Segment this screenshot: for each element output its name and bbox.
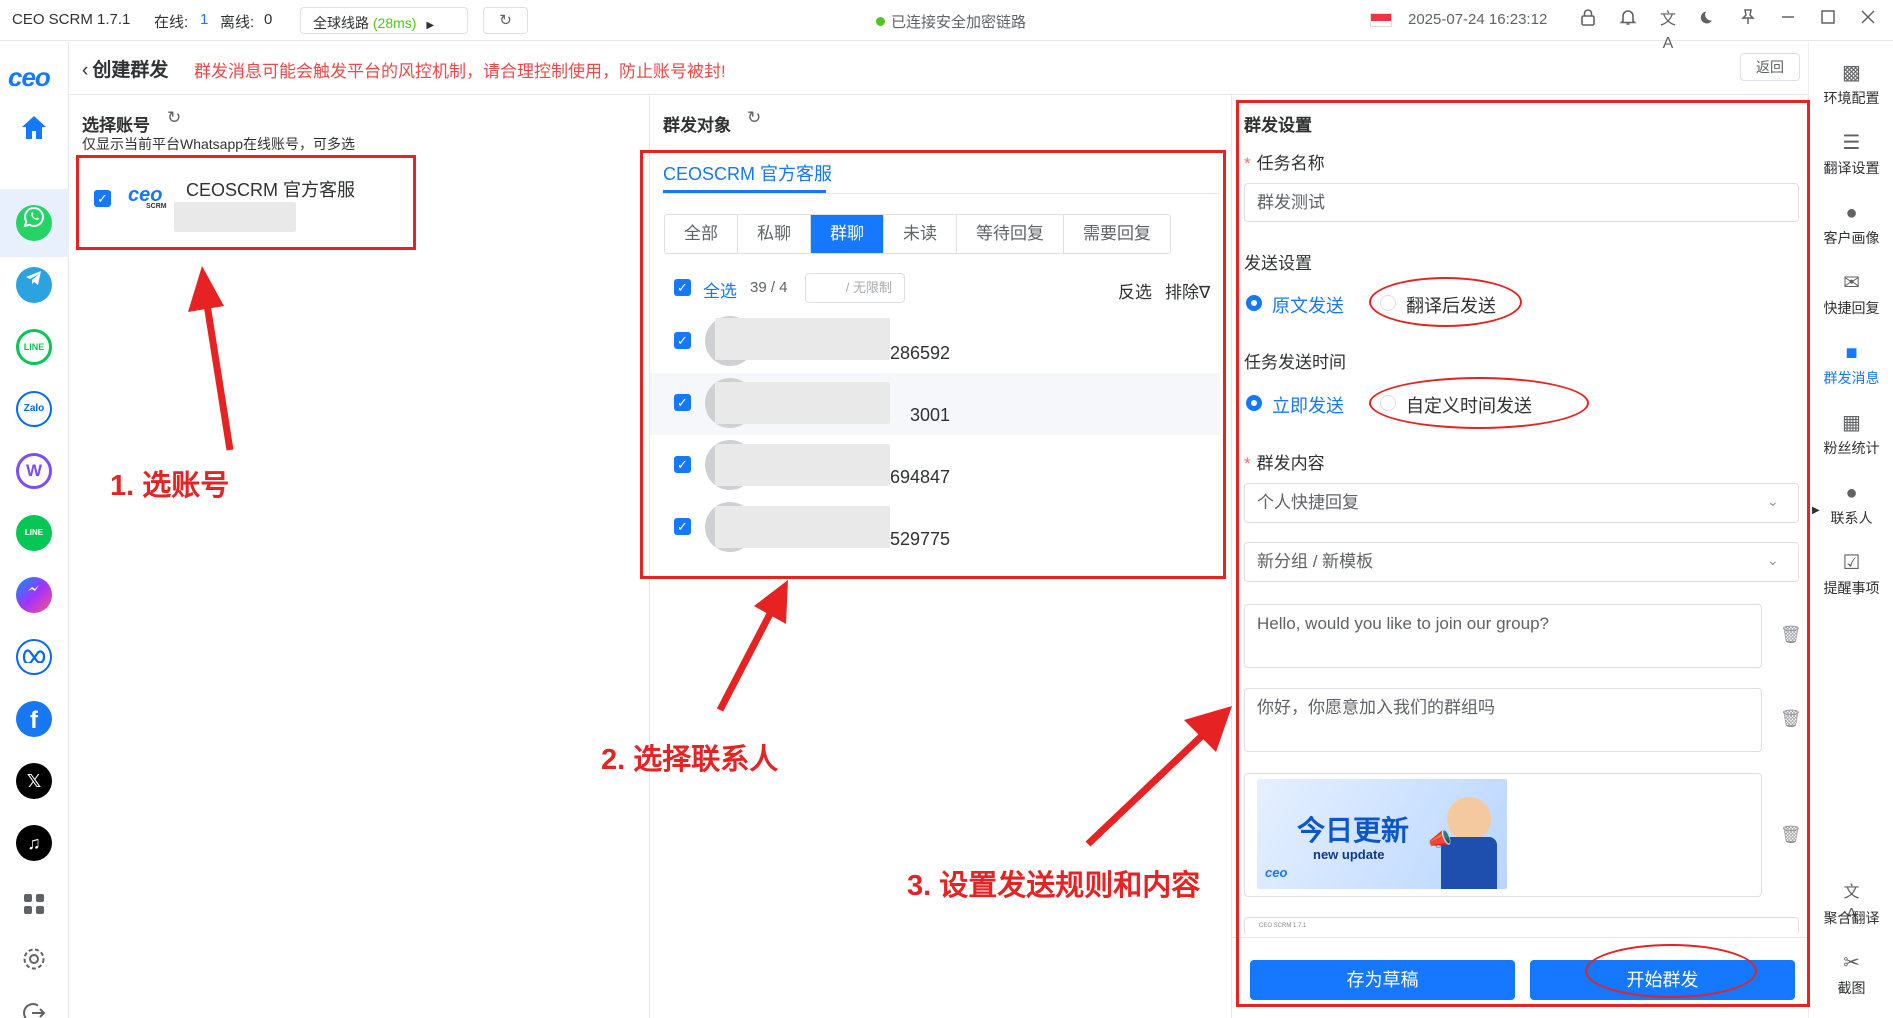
- bell-icon[interactable]: [1616, 8, 1640, 32]
- route-latency: (28ms): [372, 15, 417, 31]
- online-label: 在线:: [154, 14, 189, 31]
- accounts-title: 选择账号: [82, 116, 150, 135]
- caret-right-icon: ▶: [426, 20, 435, 31]
- zalo-icon[interactable]: Zalo: [16, 391, 52, 427]
- annotation-arrow-2: [716, 580, 788, 712]
- back-button[interactable]: ‹ 创建群发: [82, 55, 168, 82]
- logout-icon[interactable]: [16, 1000, 52, 1018]
- home-icon[interactable]: [16, 112, 52, 148]
- translate-settings-icon: ☰: [1842, 132, 1861, 154]
- offline-count: 0: [264, 11, 273, 28]
- annotation-step-1: 1. 选账号: [110, 470, 230, 502]
- annotation-box-accounts: [76, 155, 416, 250]
- screenshot-button[interactable]: ✂ 截图: [1809, 952, 1893, 998]
- annotation-step-2: 2. 选择联系人: [601, 744, 779, 776]
- screenshot-icon: ✂: [1843, 952, 1860, 974]
- chevron-left-icon: ‹: [82, 60, 89, 81]
- environment-label: 环境配置: [1823, 90, 1880, 106]
- refresh-button[interactable]: ↻: [483, 7, 528, 34]
- line-icon-text: LINE: [23, 342, 45, 352]
- line-alt-icon[interactable]: LINE: [16, 515, 52, 551]
- ceo-logo: ceo: [8, 62, 51, 92]
- customer-profile-icon: ●: [1845, 202, 1858, 224]
- maximize-icon[interactable]: [1816, 8, 1840, 32]
- translate-icon[interactable]: 文A: [1656, 8, 1680, 52]
- zalo-icon-text: Zalo: [23, 403, 45, 414]
- contacts-icon: ●: [1845, 482, 1858, 504]
- reminder-icon: ☑: [1842, 552, 1861, 574]
- page-title: 创建群发: [92, 60, 169, 81]
- environment-button[interactable]: ▩ 环境配置: [1809, 62, 1893, 108]
- annotation-box-settings: [1236, 100, 1810, 1007]
- broadcast-icon: ■: [1845, 342, 1858, 364]
- line-alt-icon-text: LINE: [24, 528, 44, 537]
- refresh-icon: ↻: [499, 12, 512, 29]
- tools-sidebar: ▩ 环境配置 ☰ 翻译设置 ● 客户画像 ✉ 快捷回复 ■ 群发消息 ▦ 粉丝统计 ● 联系人…: [1808, 42, 1893, 1018]
- w-app-icon[interactable]: W: [16, 453, 52, 489]
- facebook-icon[interactable]: f: [16, 701, 52, 737]
- fans-stats-icon: ▦: [1842, 412, 1861, 434]
- contacts-label: 联系人: [1830, 510, 1873, 526]
- reminder-button[interactable]: ☑ 提醒事项: [1809, 552, 1893, 598]
- settings-icon[interactable]: [16, 946, 52, 982]
- connection-status-text: 已连接安全加密链路: [891, 14, 1027, 31]
- tiktok-icon[interactable]: ♫: [16, 825, 52, 861]
- broadcast-label: 群发消息: [1823, 370, 1880, 386]
- environment-icon: ▩: [1842, 62, 1861, 84]
- annotation-step-3: 3. 设置发送规则和内容: [907, 870, 1201, 902]
- lock-icon[interactable]: [1576, 8, 1600, 32]
- accounts-hint: 仅显示当前平台Whatsapp在线账号，可多选: [82, 136, 356, 152]
- minimize-icon[interactable]: [1776, 8, 1800, 32]
- aggregate-translate-button[interactable]: 文A 聚合翻译: [1809, 882, 1893, 928]
- x-icon[interactable]: 𝕏: [16, 763, 52, 799]
- route-label: 全球线路: [313, 15, 369, 31]
- aggregate-translate-icon: 文A: [1843, 884, 1860, 923]
- screenshot-label: 截图: [1837, 980, 1866, 996]
- annotation-arrow-3: [1085, 706, 1232, 847]
- pin-icon[interactable]: [1736, 8, 1760, 32]
- online-count: 1: [200, 11, 209, 28]
- messenger-icon[interactable]: [16, 577, 52, 613]
- quick-reply-icon: ✉: [1843, 272, 1860, 294]
- platform-sidebar: ceo LINE Zalo W LINE f 𝕏 ♫: [0, 42, 69, 1018]
- status-dot-icon: [876, 17, 885, 26]
- app-name: CEO SCRM 1.7.1: [12, 11, 131, 28]
- targets-refresh-icon[interactable]: ↻: [747, 108, 761, 128]
- return-button[interactable]: 返回: [1740, 53, 1800, 81]
- risk-warning: 群发消息可能会触发平台的风控机制，请合理控制使用，防止账号被封!: [194, 62, 726, 81]
- connection-status: 已连接安全加密链路: [876, 11, 1026, 32]
- telegram-icon[interactable]: [16, 267, 52, 303]
- close-icon[interactable]: [1856, 8, 1880, 32]
- aggregate-translate-label: 聚合翻译: [1823, 910, 1880, 926]
- reminder-label: 提醒事项: [1823, 580, 1880, 596]
- fans-stats-button[interactable]: ▦ 粉丝统计: [1809, 412, 1893, 458]
- offline-label: 离线:: [220, 14, 255, 31]
- meta-icon[interactable]: [16, 639, 52, 675]
- moon-icon[interactable]: [1696, 8, 1720, 32]
- translate-settings-label: 翻译设置: [1823, 160, 1880, 176]
- header-divider: [69, 94, 1808, 95]
- quick-reply-label: 快捷回复: [1823, 300, 1880, 316]
- annotation-box-targets: [640, 150, 1226, 579]
- title-bar: CEO SCRM 1.7.1 在线: 1 离线: 0 全球线路 (28ms) ▶…: [0, 0, 1893, 52]
- route-selector[interactable]: 全球线路 (28ms) ▶: [300, 7, 468, 34]
- quick-reply-button[interactable]: ✉ 快捷回复: [1809, 272, 1893, 318]
- broadcast-button[interactable]: ■ 群发消息: [1809, 342, 1893, 388]
- line-icon[interactable]: LINE: [16, 329, 52, 365]
- customer-profile-button[interactable]: ● 客户画像: [1809, 202, 1893, 248]
- singapore-flag-icon: [1370, 13, 1392, 27]
- accounts-refresh-icon[interactable]: ↻: [167, 108, 181, 128]
- fans-stats-label: 粉丝统计: [1823, 440, 1880, 456]
- translate-settings-button[interactable]: ☰ 翻译设置: [1809, 132, 1893, 178]
- collapse-arrow-icon[interactable]: ▶: [1812, 505, 1820, 516]
- targets-title: 群发对象: [663, 116, 731, 135]
- annotation-arrow-1: [188, 266, 234, 451]
- column-divider-2: [1231, 95, 1232, 1018]
- apps-icon[interactable]: [16, 892, 52, 928]
- whatsapp-icon[interactable]: [16, 205, 52, 241]
- datetime: 2025-07-24 16:23:12: [1408, 11, 1548, 28]
- contacts-button[interactable]: ● 联系人: [1809, 482, 1893, 528]
- customer-profile-label: 客户画像: [1823, 230, 1880, 246]
